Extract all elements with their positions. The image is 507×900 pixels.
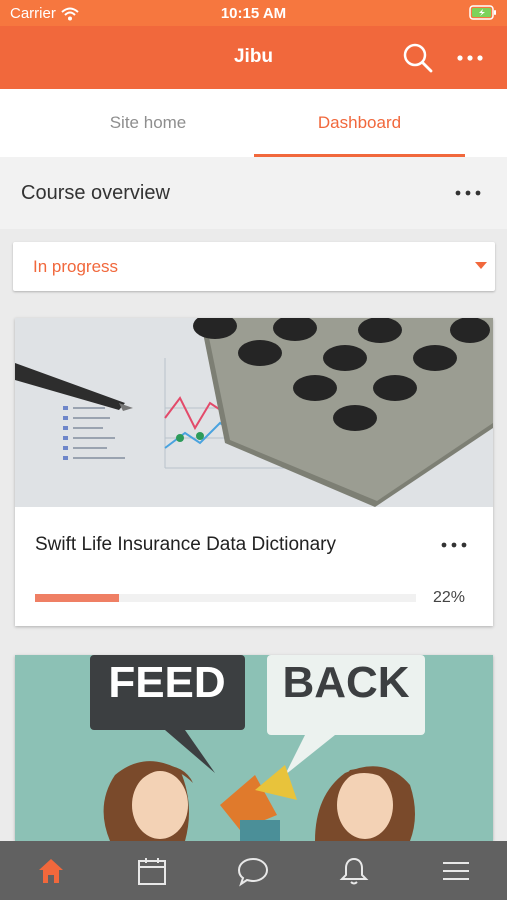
notifications-icon[interactable] [338, 855, 370, 887]
course-name: Swift Life Insurance Data Dictionary [35, 534, 336, 555]
more-icon[interactable] [452, 181, 484, 205]
menu-icon[interactable] [440, 855, 472, 887]
chevron-down-icon [475, 262, 487, 269]
more-icon[interactable] [439, 534, 469, 556]
course-card[interactable]: FEED BACK [15, 655, 493, 841]
course-image: FEED BACK [15, 655, 493, 841]
progress-fill [35, 594, 119, 602]
status-bar: Carrier 10:15 AM [0, 0, 507, 26]
tab-dashboard[interactable]: Dashboard [254, 89, 465, 157]
tab-label: Site home [109, 113, 187, 132]
calendar-icon[interactable] [136, 855, 168, 887]
section-title: Course overview [21, 182, 170, 204]
more-icon[interactable] [456, 46, 484, 70]
tab-site-home[interactable]: Site home [42, 89, 254, 157]
back-text: BACK [282, 658, 409, 707]
search-icon[interactable] [402, 42, 434, 74]
progress-percent: 22% [433, 589, 466, 606]
clock: 10:15 AM [220, 5, 287, 22]
feed-text: FEED [108, 658, 225, 707]
home-icon[interactable] [35, 855, 67, 887]
tab-label: Dashboard [317, 113, 402, 132]
progress-bar [35, 594, 416, 602]
app-header: Jibu [0, 26, 507, 89]
battery-icon [469, 5, 496, 20]
filter-value: In progress [33, 257, 119, 276]
bottom-tab-bar [0, 841, 507, 900]
course-filter-select[interactable]: In progress [13, 242, 495, 291]
course-card[interactable]: Swift Life Insurance Data Dictionary 22% [15, 318, 493, 626]
course-image [15, 318, 493, 507]
course-overview-header: Course overview [0, 157, 507, 229]
tab-bar: Site home Dashboard [0, 89, 507, 157]
messages-icon[interactable] [237, 855, 269, 887]
